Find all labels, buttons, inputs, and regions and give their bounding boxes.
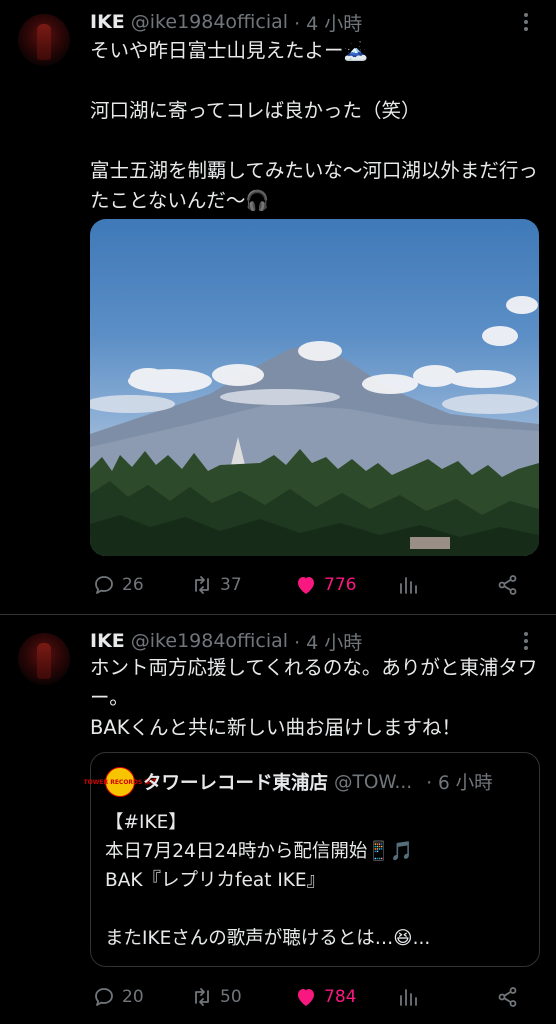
reply-button[interactable]: 26 <box>92 570 144 600</box>
views-icon <box>400 577 417 594</box>
quote-text: 【#IKE】 本日7月24日24時から配信開始📱🎵 BAK『レプリカfeat I… <box>105 812 431 949</box>
views-button[interactable] <box>396 570 420 600</box>
retweet-button[interactable]: 37 <box>190 570 242 600</box>
avatar[interactable] <box>18 14 70 66</box>
like-button[interactable]: 776 <box>294 570 356 600</box>
tweet-1[interactable]: IKE @ike1984official · 4 小時 そいや昨日富士山見えたよ… <box>0 0 556 615</box>
retweet-count: 37 <box>220 575 242 595</box>
views-icon <box>400 989 417 1006</box>
author-name[interactable]: IKE <box>90 630 125 652</box>
more-icon[interactable] <box>514 629 538 653</box>
retweet-count: 50 <box>220 987 242 1007</box>
tweet-text: ホント両方応援してくれるのな。ありがと東浦タワー。 BAKくんと共に新しい曲お届… <box>90 656 538 739</box>
author-handle[interactable]: @ike1984official <box>131 630 288 652</box>
reply-count: 26 <box>122 575 144 595</box>
quote-author-name[interactable]: タワーレコード東浦店 <box>143 769 328 795</box>
retweet-button[interactable]: 50 <box>190 982 242 1012</box>
like-count: 784 <box>324 987 357 1007</box>
share-button[interactable] <box>496 982 520 1012</box>
tweet-photo[interactable] <box>90 219 539 556</box>
heart-icon <box>298 989 314 1006</box>
heart-icon <box>298 577 314 594</box>
tweet-header: IKE @ike1984official · 4 小時 <box>90 7 362 37</box>
quote-avatar[interactable]: TOWER RECORDS 東浦 <box>84 767 156 797</box>
tweet-actions: 26 37 776 <box>90 570 540 600</box>
quote-header: TOWER RECORDS 東浦 タワーレコード東浦店 @TOW... · 6 … <box>84 767 493 797</box>
tweet-text: そいや昨日富士山見えたよー🗻 河口湖に寄ってコレば良かった（笑） 富士五湖を制覇… <box>90 39 538 212</box>
share-button[interactable] <box>496 570 520 600</box>
quote-timestamp[interactable]: · 6 小時 <box>426 769 492 795</box>
like-button[interactable]: 784 <box>294 982 356 1012</box>
reply-icon <box>95 988 113 1006</box>
reply-count: 20 <box>122 987 144 1007</box>
views-button[interactable] <box>396 982 420 1012</box>
avatar[interactable] <box>18 633 70 685</box>
reply-button[interactable]: 20 <box>92 982 144 1012</box>
timestamp[interactable]: · 4 小時 <box>294 9 362 36</box>
share-icon <box>498 575 517 595</box>
author-name[interactable]: IKE <box>90 11 125 33</box>
quoted-tweet[interactable]: TOWER RECORDS 東浦 タワーレコード東浦店 @TOW... · 6 … <box>84 752 540 967</box>
retweet-icon <box>195 576 209 594</box>
timestamp[interactable]: · 4 小時 <box>294 628 362 655</box>
author-handle[interactable]: @ike1984official <box>131 11 288 33</box>
reply-icon <box>95 576 113 594</box>
tweet-actions: 20 50 784 <box>90 982 540 1012</box>
like-count: 776 <box>324 575 357 595</box>
tweet-header: IKE @ike1984official · 4 小時 <box>90 626 362 656</box>
quote-author-handle[interactable]: @TOW... <box>334 772 412 793</box>
retweet-icon <box>195 988 209 1006</box>
more-icon[interactable] <box>514 10 538 34</box>
share-icon <box>498 987 517 1007</box>
